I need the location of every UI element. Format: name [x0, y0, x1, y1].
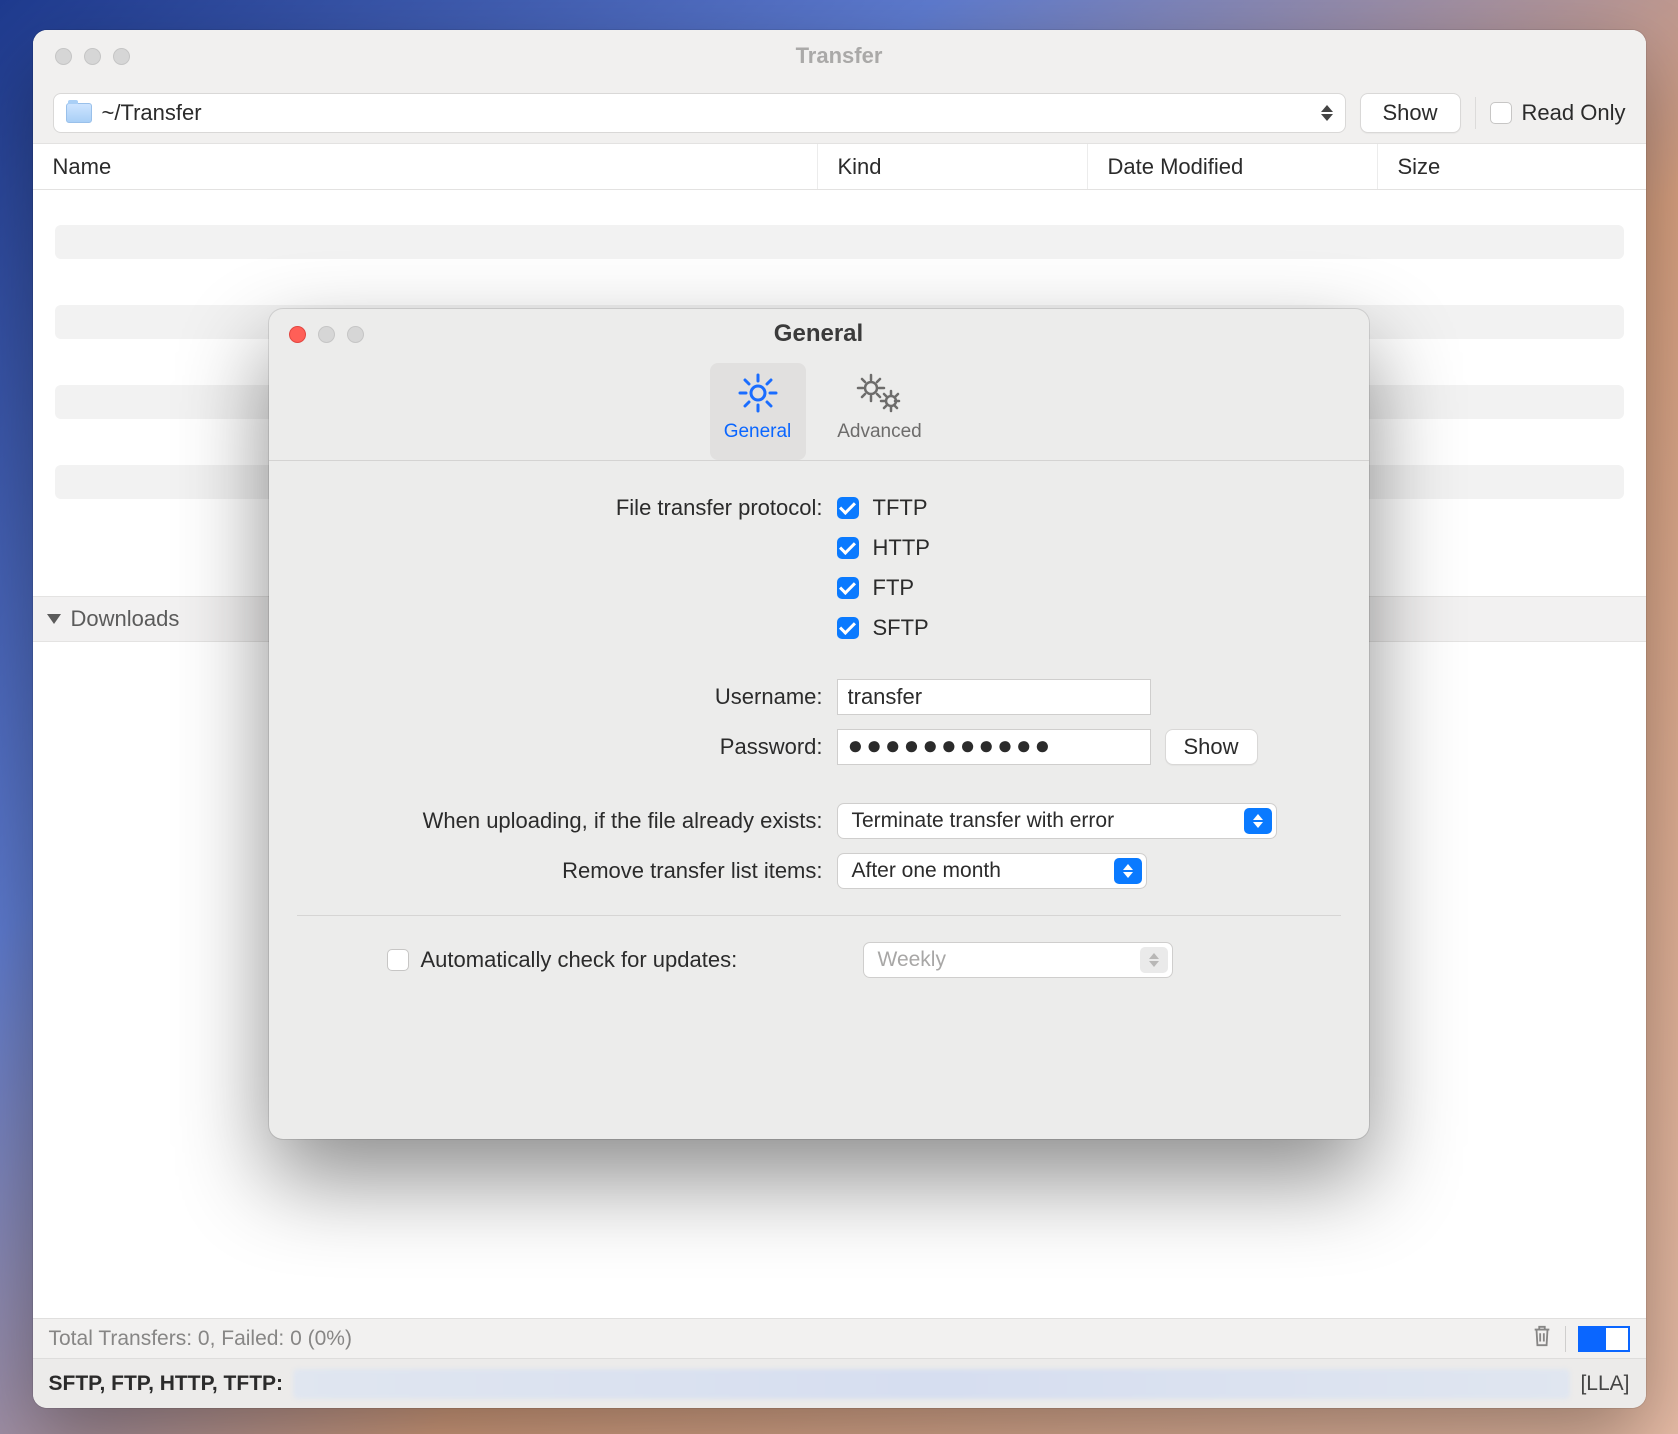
show-button[interactable]: Show [1360, 93, 1461, 133]
updates-frequency-select: Weekly [863, 942, 1173, 978]
read-only-label: Read Only [1522, 100, 1626, 126]
separator [1475, 97, 1476, 129]
checkbox-icon [1490, 102, 1512, 124]
protocol-tftp-label: TFTP [873, 495, 928, 521]
column-size[interactable]: Size [1378, 144, 1646, 189]
column-kind[interactable]: Kind [818, 144, 1088, 189]
prefs-titlebar: General [269, 309, 1369, 359]
folder-icon [66, 103, 92, 123]
show-password-button[interactable]: Show [1165, 729, 1258, 765]
list-item [55, 225, 1624, 259]
main-titlebar: Transfer [33, 30, 1646, 82]
checkbox-sftp[interactable] [837, 617, 859, 639]
upload-exists-label: When uploading, if the file already exis… [297, 808, 837, 834]
protocol-label: File transfer protocol: [297, 495, 837, 521]
column-name[interactable]: Name [33, 144, 818, 189]
checkbox-updates[interactable] [387, 949, 409, 971]
remove-items-select[interactable]: After one month [837, 853, 1147, 889]
upload-exists-select[interactable]: Terminate transfer with error [837, 803, 1277, 839]
checkbox-http[interactable] [837, 537, 859, 559]
status-bar: Total Transfers: 0, Failed: 0 (0%) [33, 1318, 1646, 1358]
chevron-updown-icon [1140, 947, 1168, 973]
updates-label: Automatically check for updates: [421, 947, 851, 973]
columns-header: Name Kind Date Modified Size [33, 144, 1646, 190]
chevron-updown-icon [1244, 808, 1272, 834]
username-field[interactable] [837, 679, 1151, 715]
path-selector[interactable]: ~/Transfer [53, 93, 1346, 133]
downloads-label: Downloads [71, 606, 180, 632]
username-label: Username: [297, 684, 837, 710]
read-only-toggle[interactable]: Read Only [1490, 100, 1626, 126]
main-toolbar: ~/Transfer Show Read Only [33, 82, 1646, 144]
prefs-tabs: General Advanced [269, 359, 1369, 461]
protocol-ftp-label: FTP [873, 575, 915, 601]
address-blurred [293, 1369, 1570, 1399]
checkbox-ftp[interactable] [837, 577, 859, 599]
status-text: Total Transfers: 0, Failed: 0 (0%) [49, 1327, 352, 1351]
protocol-http-label: HTTP [873, 535, 930, 561]
panel-toggle-icon[interactable] [1578, 1326, 1630, 1352]
tab-advanced[interactable]: Advanced [832, 363, 928, 460]
main-window-title: Transfer [33, 43, 1646, 69]
chevron-updown-icon [1321, 105, 1333, 121]
protocol-sftp-label: SFTP [873, 615, 929, 641]
prefs-title: General [269, 320, 1369, 348]
download-icon [47, 614, 61, 624]
column-date[interactable]: Date Modified [1088, 144, 1378, 189]
trash-icon[interactable] [1531, 1323, 1553, 1355]
address-suffix: [LLA] [1580, 1372, 1629, 1396]
preferences-window: General General [269, 309, 1369, 1139]
separator [297, 915, 1341, 916]
prefs-body: File transfer protocol: TFTP HTTP [269, 461, 1369, 978]
tab-general[interactable]: General [710, 363, 806, 460]
chevron-updown-icon [1114, 858, 1142, 884]
main-window: Transfer ~/Transfer Show Read Only Name … [33, 30, 1646, 1408]
checkbox-tftp[interactable] [837, 497, 859, 519]
tab-general-label: General [724, 421, 792, 443]
password-field[interactable]: ●●●●●●●●●●● [837, 729, 1151, 765]
tab-advanced-label: Advanced [837, 421, 922, 443]
gears-icon [853, 369, 907, 417]
path-value: ~/Transfer [102, 100, 202, 126]
gear-icon [736, 369, 780, 417]
password-label: Password: [297, 734, 837, 760]
address-bar: SFTP, FTP, HTTP, TFTP: [LLA] [33, 1358, 1646, 1408]
remove-items-label: Remove transfer list items: [297, 858, 837, 884]
address-prefix: SFTP, FTP, HTTP, TFTP: [49, 1372, 284, 1396]
separator [1565, 1326, 1566, 1352]
